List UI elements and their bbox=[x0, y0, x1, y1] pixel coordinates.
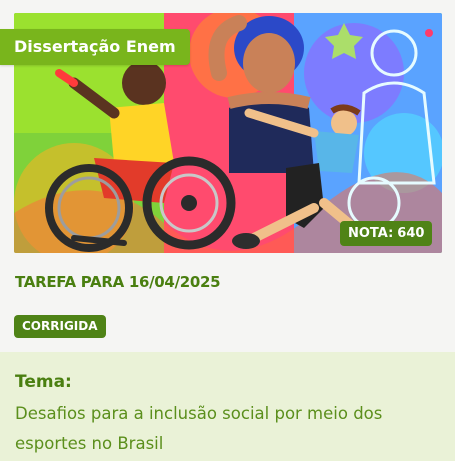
task-due-date: TAREFA PARA 16/04/2025 bbox=[15, 273, 221, 291]
theme-label: Tema: bbox=[15, 372, 72, 392]
theme-section: Tema: Desafios para a inclusão social po… bbox=[0, 352, 455, 461]
theme-text: Desafios para a inclusão social por meio… bbox=[15, 404, 383, 453]
score-value: 640 bbox=[397, 226, 425, 241]
status-badge: CORRIGIDA bbox=[14, 315, 106, 338]
score-badge: NOTA: 640 bbox=[340, 221, 433, 246]
category-badge: Dissertação Enem bbox=[0, 29, 190, 65]
essay-card[interactable]: Dissertação Enem NOTA: 640 TAREFA PARA 16… bbox=[0, 0, 455, 461]
score-label: NOTA: bbox=[348, 226, 394, 241]
